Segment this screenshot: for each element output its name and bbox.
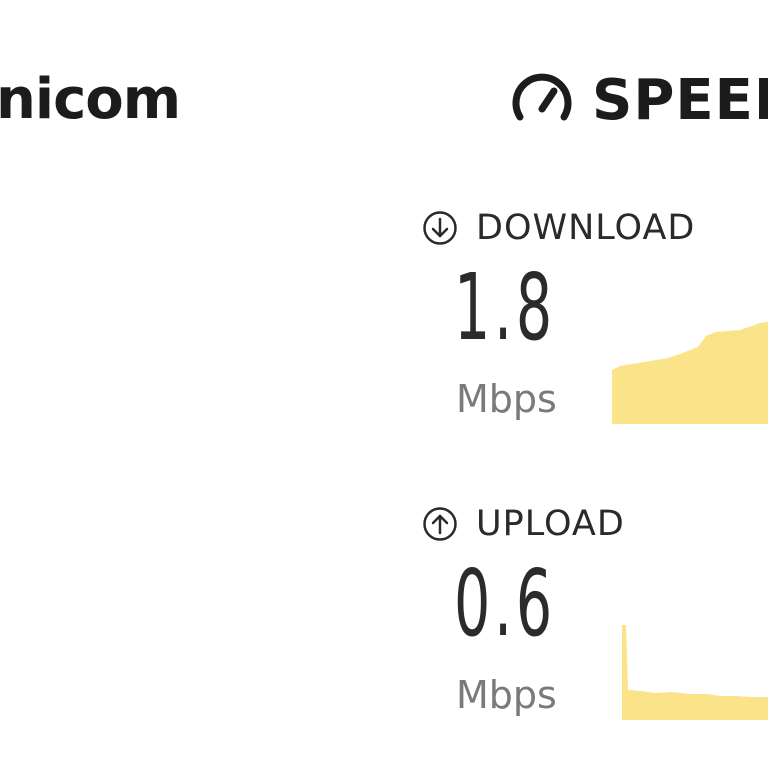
throughput-graphs: [612, 322, 768, 720]
upload-graph: [622, 625, 768, 720]
download-graph: [612, 322, 768, 424]
speed-test-screen: nicom SPEEI DOWNLOAD 1.8 Mbps UPLOAD 0.6…: [0, 0, 768, 768]
